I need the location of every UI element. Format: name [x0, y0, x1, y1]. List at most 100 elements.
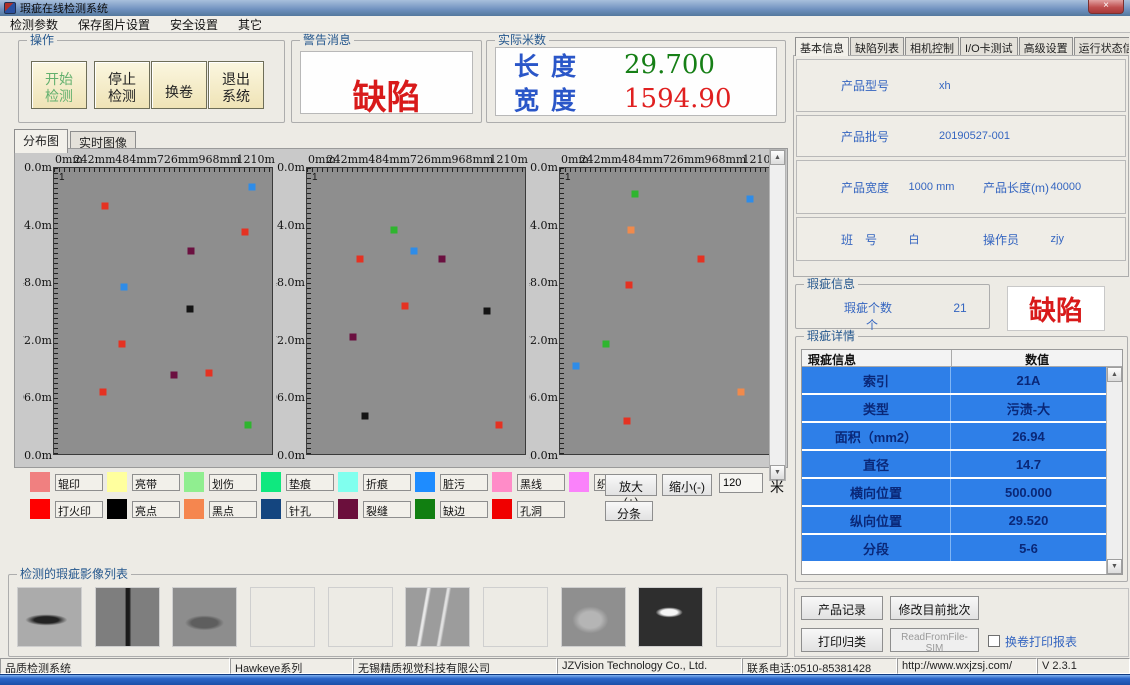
legend-label-box[interactable]: 亮带 [132, 474, 180, 491]
menu-item[interactable]: 保存图片设置 [68, 15, 160, 34]
defect-point[interactable] [100, 389, 107, 396]
defect-point[interactable] [438, 255, 445, 262]
zoom-in-button[interactable]: 放大(+) [605, 474, 657, 496]
defect-point[interactable] [411, 248, 418, 255]
scroll-up-icon[interactable]: ▲ [770, 150, 785, 165]
print-classify-button[interactable]: 打印归类 [801, 628, 883, 652]
defect-thumbnail[interactable] [405, 587, 470, 647]
defect-detail-row[interactable]: 直径14.7 [802, 451, 1106, 479]
defect-detail-row[interactable]: 面积（mm2）26.94 [802, 423, 1106, 451]
defect-point[interactable] [187, 305, 194, 312]
defect-point[interactable] [626, 281, 633, 288]
defect-point[interactable] [102, 203, 109, 210]
defect-thumbnail[interactable] [172, 587, 237, 647]
defect-detail-row[interactable]: 类型污渍-大 [802, 395, 1106, 423]
groupbox-caption: 实际米数 [495, 33, 549, 47]
defect-point[interactable] [362, 412, 369, 419]
close-button[interactable]: × [1088, 0, 1124, 14]
tab-active[interactable]: 分布图 [14, 129, 68, 153]
defect-point[interactable] [602, 341, 609, 348]
defect-map-plot[interactable]: 1 [559, 167, 779, 455]
legend-label-box[interactable]: 黑线 [517, 474, 565, 491]
y-axis-tick-label: 120.0m [529, 449, 558, 462]
defect-point[interactable] [391, 226, 398, 233]
legend-label-box[interactable]: 孔洞 [517, 501, 565, 518]
tab-right[interactable]: 缺陷列表 [850, 37, 904, 56]
menu-item[interactable]: 其它 [228, 15, 272, 34]
defect-point[interactable] [170, 372, 177, 379]
tab-right[interactable]: 运行状态信息 [1074, 37, 1129, 56]
status-bar: 品质检测系统Hawkeye系列无锡精质视觉科技有限公司JZVision Tech… [0, 658, 1130, 674]
defect-thumbnail[interactable] [328, 587, 393, 647]
defect-map-plot[interactable]: 1 [306, 167, 526, 455]
tab-active[interactable]: 基本信息 [795, 37, 849, 56]
roll-print-checkbox[interactable] [988, 635, 1000, 647]
legend-label-box[interactable]: 织构连线 [594, 474, 605, 491]
defect-point[interactable] [349, 334, 356, 341]
tab-right[interactable]: I/O卡测试 [960, 37, 1018, 56]
defect-point[interactable] [249, 184, 256, 191]
defect-point[interactable] [737, 389, 744, 396]
defect-map-plot[interactable]: 1 [53, 167, 273, 455]
defect-point[interactable] [205, 369, 212, 376]
operation-button[interactable]: 退出 系统 [208, 61, 264, 109]
legend-label-box[interactable]: 折痕 [363, 474, 411, 491]
defect-point[interactable] [401, 303, 408, 310]
defect-thumbnail[interactable] [95, 587, 160, 647]
defect-point[interactable] [242, 229, 249, 236]
defect-point[interactable] [244, 422, 251, 429]
defect-point[interactable] [746, 195, 753, 202]
tab-right[interactable]: 相机控制 [905, 37, 959, 56]
plots-scrollbar[interactable]: ▲ ▼ [769, 149, 786, 481]
defect-point[interactable] [496, 422, 503, 429]
table-scrollbar[interactable]: ▲ ▼ [1106, 367, 1122, 574]
defect-point[interactable] [698, 255, 705, 262]
legend-label-box[interactable]: 缺边 [440, 501, 488, 518]
operation-button[interactable]: 换卷 [151, 61, 207, 109]
legend-label-box[interactable]: 亮点 [132, 501, 180, 518]
x-axis-labels: 0mm242mm484mm726mm968mm1210mm [53, 153, 273, 167]
legend-label-box[interactable]: 黑点 [209, 501, 257, 518]
legend-label-box[interactable]: 垫痕 [286, 474, 334, 491]
scroll-down-icon[interactable]: ▼ [1107, 559, 1122, 574]
defect-point[interactable] [357, 255, 364, 262]
legend-label-box[interactable]: 划伤 [209, 474, 257, 491]
menu-item[interactable]: 安全设置 [160, 15, 228, 34]
modify-batch-button[interactable]: 修改目前批次 [890, 596, 979, 620]
defect-point[interactable] [632, 191, 639, 198]
operation-button[interactable]: 开始 检测 [31, 61, 87, 109]
zoom-out-button[interactable]: 缩小(-) [662, 474, 712, 496]
defect-point[interactable] [573, 362, 580, 369]
operation-button[interactable]: 停止 检测 [94, 61, 150, 109]
scatter-plot-group: 0mm242mm484mm726mm968mm1210mm0.0m24.0m48… [23, 153, 275, 465]
legend-item: 脏污 [415, 471, 488, 493]
defect-detail-row[interactable]: 索引21A [802, 367, 1106, 395]
defect-point[interactable] [623, 417, 630, 424]
defect-point[interactable] [188, 248, 195, 255]
tab-right[interactable]: 高级设置 [1019, 37, 1073, 56]
defect-thumbnail[interactable] [483, 587, 548, 647]
product-record-button[interactable]: 产品记录 [801, 596, 883, 620]
defect-thumbnail[interactable] [638, 587, 703, 647]
legend-label-box[interactable]: 辊印 [55, 474, 103, 491]
legend-label-box[interactable]: 针孔 [286, 501, 334, 518]
defect-thumbnail[interactable] [716, 587, 781, 647]
menu-item[interactable]: 检测参数 [0, 15, 68, 34]
defect-thumbnail[interactable] [561, 587, 626, 647]
defect-point[interactable] [627, 226, 634, 233]
legend-label-box[interactable]: 打火印 [55, 501, 103, 518]
defect-thumbnail[interactable] [250, 587, 315, 647]
legend-label-box[interactable]: 裂缝 [363, 501, 411, 518]
defect-point[interactable] [118, 341, 125, 348]
split-button[interactable]: 分条 [605, 501, 653, 521]
defect-detail-row[interactable]: 纵向位置29.520 [802, 507, 1106, 535]
status-cell: http://www.wxjzsj.com/ [897, 658, 1037, 674]
legend-label-box[interactable]: 脏污 [440, 474, 488, 491]
defect-detail-row[interactable]: 横向位置500.000 [802, 479, 1106, 507]
defect-point[interactable] [483, 308, 490, 315]
scroll-up-icon[interactable]: ▲ [1107, 367, 1122, 382]
defect-point[interactable] [120, 284, 127, 291]
defect-detail-row[interactable]: 分段5-6 [802, 535, 1106, 563]
defect-thumbnail[interactable] [17, 587, 82, 647]
meters-input[interactable] [719, 473, 763, 493]
